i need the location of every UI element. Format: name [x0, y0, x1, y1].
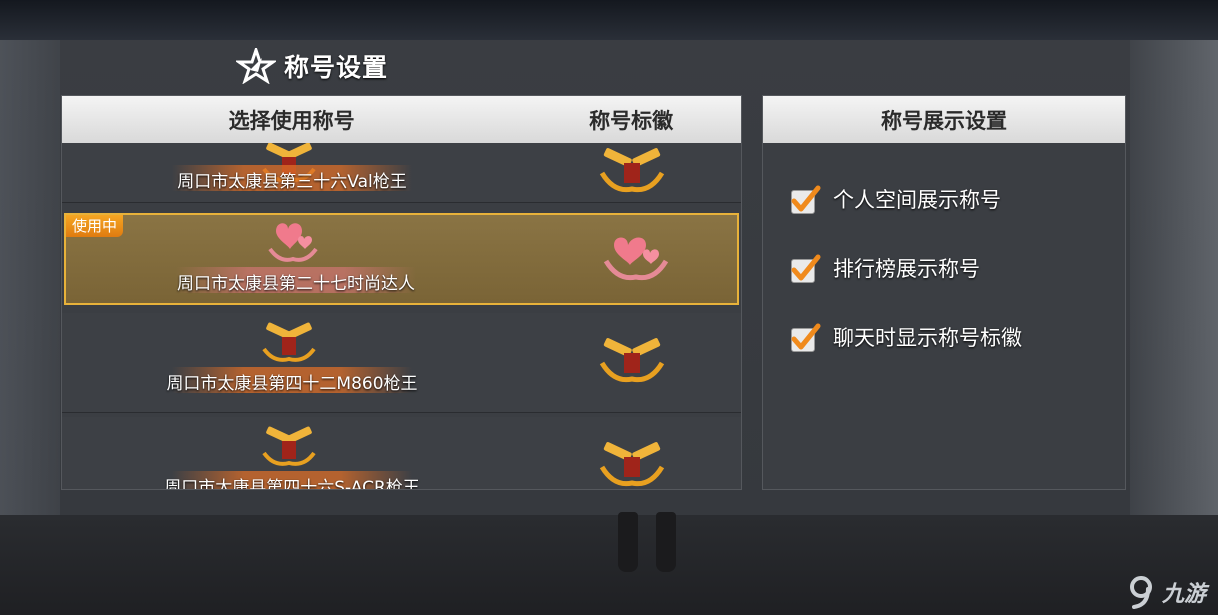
- title-name: 周口市太康县第四十二M860枪王: [166, 374, 418, 394]
- orange-checkmark-icon: [791, 254, 821, 281]
- title-row[interactable]: 周口市太康县第四十二M860枪王: [62, 313, 741, 413]
- golden-pistols-badge-icon: [599, 442, 665, 487]
- background-ground: [0, 515, 1218, 615]
- option-leaderboard[interactable]: 排行榜展示称号: [789, 251, 980, 285]
- option-label: 个人空间展示称号: [833, 188, 1001, 212]
- nine-game-logo-icon: [1130, 576, 1152, 609]
- golden-pistols-badge-icon: [599, 148, 665, 193]
- pink-hearts-badge-icon: [603, 237, 669, 281]
- background-snow-left: [0, 40, 60, 515]
- watermark: 九游: [1128, 572, 1206, 612]
- checkbox-leaderboard[interactable]: [789, 253, 821, 283]
- golden-pistols-icon: [262, 426, 316, 466]
- character-leg-right: [656, 512, 676, 572]
- header-title-badge: 称号标徽: [589, 108, 674, 133]
- option-label: 排行榜展示称号: [833, 257, 980, 281]
- golden-pistols-badge-icon: [599, 338, 665, 383]
- orange-checkmark-icon: [791, 323, 821, 350]
- title-row[interactable]: 周口市太康县第四十六S-ACR枪王: [62, 417, 741, 489]
- in-use-tag: 使用中: [66, 215, 124, 237]
- page-title-text: 称号设置: [284, 53, 389, 82]
- title-list-header: 选择使用称号 称号标徽: [62, 96, 741, 143]
- orange-checkmark-icon: [791, 185, 821, 212]
- star-wings-icon: [236, 48, 276, 84]
- checkbox-personal-space[interactable]: [789, 184, 821, 214]
- title-name: 周口市太康县第三十六Val枪王: [177, 172, 407, 192]
- background-snow-right: [1130, 40, 1218, 515]
- title-list[interactable]: 周口市太康县第三十六Val枪王 使用中 周口市太康县第二十七时尚达人 周口市太康…: [62, 143, 741, 489]
- display-settings-panel: 称号展示设置 个人空间展示称号 排行榜展示称号 聊天时显示称号标徽: [762, 95, 1126, 490]
- title-name: 周口市太康县第四十六S-ACR枪王: [164, 478, 420, 489]
- title-row[interactable]: 周口市太康县第三十六Val枪王: [62, 143, 741, 203]
- page-title: 称号设置: [236, 46, 388, 86]
- title-name: 周口市太康县第二十七时尚达人: [177, 274, 415, 294]
- option-label: 聊天时显示称号标徽: [833, 326, 1022, 350]
- option-chat-badge[interactable]: 聊天时显示称号标徽: [789, 320, 1022, 354]
- header-select-title: 选择使用称号: [228, 108, 355, 133]
- background-sky: [0, 0, 1218, 40]
- character-legs: [612, 512, 684, 578]
- checkbox-chat-badge[interactable]: [789, 322, 821, 352]
- option-personal-space[interactable]: 个人空间展示称号: [789, 182, 1001, 216]
- golden-pistols-icon: [262, 322, 316, 362]
- title-list-panel: 选择使用称号 称号标徽 周口市太康县第三十六Val枪王 使用中 周口市太康县第二…: [61, 95, 742, 490]
- display-settings-header: 称号展示设置: [763, 96, 1125, 143]
- character-leg-left: [618, 512, 638, 572]
- watermark-text: 九游: [1162, 582, 1207, 607]
- title-row-active[interactable]: 使用中 周口市太康县第二十七时尚达人: [64, 213, 739, 305]
- pink-hearts-icon: [268, 223, 318, 262]
